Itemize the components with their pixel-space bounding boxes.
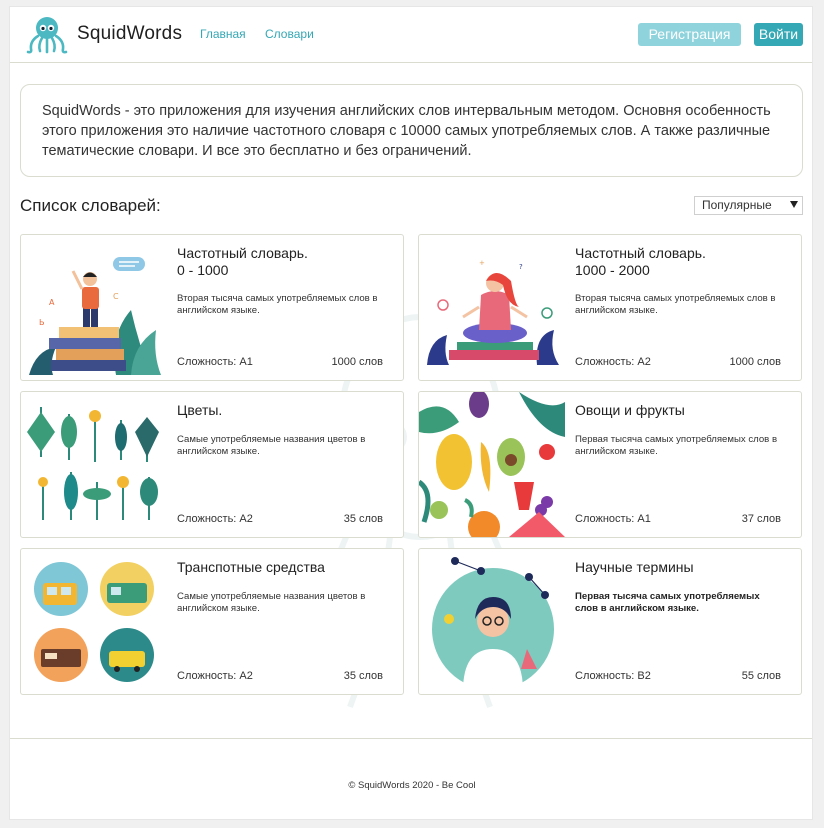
meditating-girl-illustration-icon: + ? [427,259,559,365]
card-word-count: 35 слов [343,513,383,525]
card-description: Вторая тысяча самых употребляемых слов в… [177,293,378,316]
dictionary-card-science[interactable]: Научные термины Первая тысяча самых упот… [418,548,802,695]
nav-dictionaries-link[interactable]: Словари [265,27,314,41]
card-title: Частотный словарь. 1000 - 2000 [575,245,706,278]
svg-text:A: A [49,298,55,307]
card-description: Первая тысяча самых употребляемых слов в… [575,591,760,614]
svg-text:?: ? [519,263,523,271]
page: SquidWords Главная Словари Регистрация В… [9,6,813,820]
header: SquidWords Главная Словари Регистрация В… [10,7,812,63]
card-title: Научные термины [575,559,694,575]
scientist-illustration-icon [430,557,556,692]
card-description: Первая тысяча самых употребляемых слов в… [575,434,778,457]
card-title: Овощи и фрукты [575,402,685,418]
svg-text:+: + [479,259,485,267]
dictionary-list-title: Список словарей: [20,196,161,215]
boy-on-books-illustration-icon: A C Ь [29,257,161,375]
card-description: Вторая тысяча самых употребляемых слов в… [575,293,776,316]
card-level: Сложность: A1 [177,356,253,368]
card-word-count: 1000 слов [331,356,383,368]
fruits-vegetables-illustration-icon [419,392,565,537]
dictionary-card-transport[interactable]: Транспотные средства Самые употребляемые… [20,548,404,695]
card-description: Самые употребляемые названия цветов в ан… [177,591,366,614]
intro-text: SquidWords - это приложения для изучения… [20,84,803,177]
dropdown-arrow-icon [790,201,798,208]
login-button[interactable]: Войти [754,23,803,46]
card-word-count: 35 слов [343,670,383,682]
dictionary-card-flowers[interactable]: Цветы. Самые употребляемые названия цвет… [20,391,404,538]
dictionary-card-frequency-1000-2000[interactable]: + ? Частотный словарь. 1000 - 2000 Втора… [418,234,802,381]
card-word-count: 55 слов [741,670,781,682]
card-level: Сложность: A2 [177,670,253,682]
card-word-count: 1000 слов [729,356,781,368]
register-button[interactable]: Регистрация [638,23,741,46]
squid-logo-icon[interactable] [26,15,68,55]
svg-text:Ь: Ь [39,318,45,327]
transport-illustration-icon [34,562,154,682]
card-title: Цветы. [177,402,223,418]
dictionary-card-frequency-0-1000[interactable]: A C Ь Частотный словарь. 0 - 1000 Вторая… [20,234,404,381]
card-level: Сложность: B2 [575,670,651,682]
card-title: Частотный словарь. 0 - 1000 [177,245,308,278]
svg-text:C: C [113,292,119,301]
flowers-illustration-icon [27,407,159,520]
footer: © SquidWords 2020 - Be Cool [10,738,812,819]
sort-selected-value: Популярные [702,198,772,212]
dictionary-card-fruits-vegetables[interactable]: Овощи и фрукты Первая тысяча самых употр… [418,391,802,538]
nav-home-link[interactable]: Главная [200,27,246,41]
card-word-count: 37 слов [741,513,781,525]
brand-name[interactable]: SquidWords [77,23,182,45]
card-title: Транспотные средства [177,559,325,575]
sort-select[interactable]: Популярные [694,196,803,215]
card-level: Сложность: A2 [575,356,651,368]
card-level: Сложность: A2 [177,513,253,525]
card-level: Сложность: A1 [575,513,651,525]
card-description: Самые употребляемые названия цветов в ан… [177,434,366,457]
copyright-text: © SquidWords 2020 - Be Cool [348,780,476,791]
